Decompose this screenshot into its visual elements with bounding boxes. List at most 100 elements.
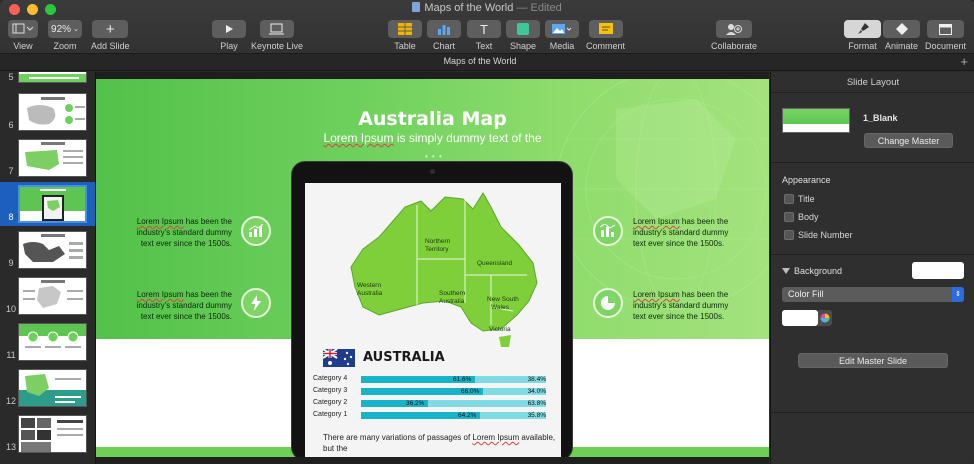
divider	[771, 254, 974, 255]
bar-value-secondary: 35.8%	[527, 412, 546, 419]
view-button[interactable]: View	[8, 20, 38, 51]
inspector-header: Slide Layout	[771, 72, 974, 93]
animate-button[interactable]: Animate	[883, 20, 920, 51]
table-button[interactable]: Table	[388, 20, 422, 51]
view-sidebar-icon	[12, 23, 34, 34]
table-icon	[398, 23, 412, 35]
tablet-paragraph: There are many variations of passages of…	[323, 432, 557, 454]
category-bar-row: Category 3 66.0% 34.0%	[313, 386, 553, 398]
feature-highlight: Lorem Ipsum	[136, 217, 184, 226]
feature-text-right-1[interactable]: Lorem Ipsum has been the industry's stan…	[633, 216, 733, 249]
paintbrush-icon	[857, 23, 869, 34]
tab-bar: Maps of the World +	[0, 54, 974, 71]
tab-document-title[interactable]: Maps of the World	[0, 56, 960, 66]
chart-icon	[438, 25, 450, 35]
edit-master-slide-button[interactable]: Edit Master Slide	[798, 353, 948, 368]
feature-text-left-1[interactable]: Lorem Ipsum has been the industry's stan…	[132, 216, 232, 249]
slide-thumbnail-11[interactable]: 11	[0, 320, 95, 364]
new-tab-plus-icon[interactable]: +	[960, 54, 968, 69]
chart-button[interactable]: Chart	[427, 20, 461, 51]
slide-thumbnail-8[interactable]: 8	[0, 182, 95, 226]
slide-thumbnail-13[interactable]: 13	[0, 412, 95, 456]
text-icon: T	[467, 20, 501, 38]
paragraph-pre: There are many variations of passages of	[323, 433, 473, 442]
media-label: Media	[549, 41, 575, 51]
slide-thumbnail-12[interactable]: 12	[0, 366, 95, 410]
edited-indicator: — Edited	[516, 2, 562, 14]
slide-number: 12	[6, 396, 17, 406]
fill-type-value: Color Fill	[788, 289, 824, 299]
category-bar-row: Category 1 64.2% 35.8%	[313, 410, 553, 422]
shape-label: Shape	[509, 41, 537, 51]
slide-number: 7	[8, 166, 14, 176]
document-button[interactable]: Document	[925, 20, 966, 51]
table-label: Table	[394, 41, 416, 51]
chevron-down-icon: ⌄	[73, 26, 79, 33]
zoom-button[interactable]: 92% ⌄ Zoom	[48, 20, 82, 51]
slide-subtitle[interactable]: Lorem Ipsum is simply dummy text of the	[96, 131, 769, 145]
color-wheel-button[interactable]	[818, 310, 832, 326]
bar-value-secondary: 63.8%	[527, 400, 546, 407]
text-button[interactable]: T Text	[467, 20, 501, 51]
slide-number: 10	[6, 304, 17, 314]
play-label: Play	[220, 41, 238, 51]
animate-label: Animate	[884, 41, 919, 51]
slide-thumbnail-10[interactable]: 10	[0, 274, 95, 318]
slide-title[interactable]: Australia Map	[96, 108, 769, 130]
slide-number: 13	[6, 442, 17, 452]
master-thumbnail[interactable]	[782, 108, 850, 133]
fill-color-well[interactable]	[782, 310, 818, 326]
keynote-live-button[interactable]: Keynote Live	[251, 20, 303, 51]
fill-type-select[interactable]: Color Fill ⇕	[782, 287, 964, 302]
slide-thumbnail-5[interactable]: 5	[0, 72, 95, 86]
collaborate-button[interactable]: Collaborate	[711, 20, 757, 51]
play-icon	[226, 25, 233, 33]
comment-button[interactable]: Comment	[586, 20, 625, 51]
map-label-nsw-2: Wales	[491, 304, 510, 311]
slide-number: 9	[8, 258, 14, 268]
document-icon	[412, 2, 421, 12]
color-wheel-icon	[820, 313, 830, 323]
slide-number: 11	[6, 350, 16, 360]
format-button[interactable]: Format	[844, 20, 881, 51]
map-label-wa-1: Western	[357, 282, 381, 289]
map-label-sa-2: Australia	[439, 298, 465, 305]
shape-button[interactable]: Shape	[506, 20, 540, 51]
feature-text-right-2[interactable]: Lorem Ipsum has been the industry's stan…	[633, 289, 733, 322]
slide-number-checkbox[interactable]	[784, 230, 794, 240]
category-bars: Category 4 61.6% 38.4% Category 3 66.0% 34.0%…	[313, 374, 553, 422]
australia-map: Western Australia Northern Territory Que…	[350, 192, 538, 347]
map-label-qld: Queensland	[477, 260, 512, 267]
bar-value-primary: 36.2%	[406, 400, 425, 407]
slide-thumbnail-7[interactable]: 7	[0, 136, 95, 180]
comment-icon	[598, 23, 613, 34]
map-label-wa-2: Australia	[357, 290, 383, 297]
add-slide-button[interactable]: + Add Slide	[91, 20, 130, 51]
map-label-sa-1: Southern	[439, 290, 466, 297]
country-label: AUSTRALIA	[363, 350, 445, 365]
body-checkbox[interactable]	[784, 212, 794, 222]
slide-thumbnail-6[interactable]: 6	[0, 90, 95, 134]
window-title: Maps of the World — Edited	[0, 2, 974, 14]
play-button[interactable]: Play	[212, 20, 246, 51]
australia-flag	[322, 348, 355, 367]
media-button[interactable]: Media	[545, 20, 579, 51]
category-label: Category 1	[313, 411, 348, 418]
add-slide-label: Add Slide	[91, 41, 130, 51]
tablet-mockup[interactable]: Western Australia Northern Territory Que…	[291, 161, 573, 457]
slide-thumbnail-9[interactable]: 9	[0, 228, 95, 272]
slide-number: 6	[8, 120, 14, 130]
change-master-button[interactable]: Change Master	[864, 133, 953, 148]
slide-canvas[interactable]: Australia Map Lorem Ipsum is simply dumm…	[96, 72, 769, 464]
growth-chart-icon	[241, 216, 271, 246]
bar-track: 36.2% 63.8%	[361, 400, 546, 407]
feature-text-left-2[interactable]: Lorem Ipsum has been the industry's stan…	[132, 289, 232, 322]
disclosure-triangle-icon[interactable]	[782, 268, 790, 274]
slide[interactable]: Australia Map Lorem Ipsum is simply dumm…	[96, 79, 769, 457]
collaborate-label: Collaborate	[711, 41, 758, 51]
background-color-swatch[interactable]	[912, 262, 964, 279]
bar-value-secondary: 38.4%	[527, 376, 546, 383]
bar-value-primary: 66.0%	[461, 388, 480, 395]
title-checkbox[interactable]	[784, 194, 794, 204]
camera-dot	[430, 169, 435, 174]
